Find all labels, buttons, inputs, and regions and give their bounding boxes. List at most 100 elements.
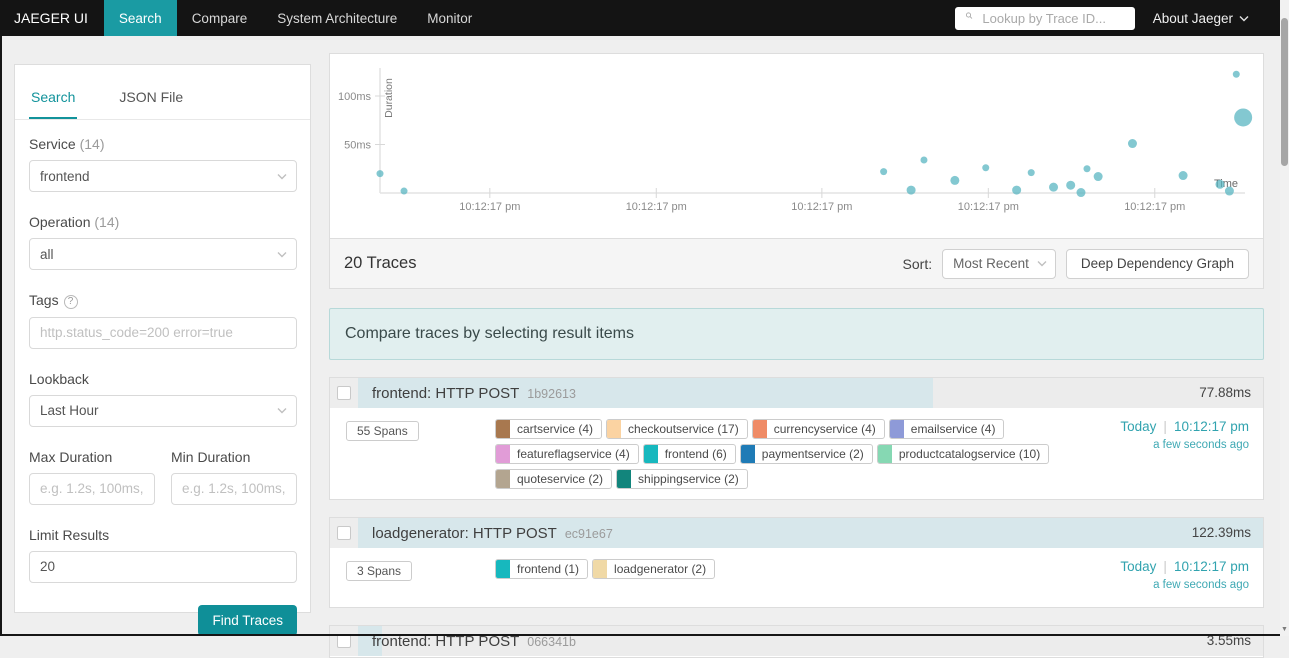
sort-select[interactable]: Most Recent	[942, 248, 1056, 279]
tags-input[interactable]	[29, 316, 297, 349]
trace-point[interactable]	[1178, 171, 1188, 181]
trace-point[interactable]	[1215, 179, 1225, 189]
trace-operation-name: frontend: HTTP POST	[372, 385, 520, 402]
trace-point[interactable]	[920, 156, 928, 164]
trace-select-checkbox[interactable]	[337, 526, 351, 540]
service-tag: currencyservice (4)	[751, 419, 885, 439]
service-color-swatch	[607, 420, 622, 438]
trace-id-lookup-input[interactable]	[980, 9, 1126, 27]
lookback-select[interactable]: Last Hour	[29, 394, 297, 427]
service-tag: frontend (1)	[495, 559, 589, 579]
nav-tab-compare[interactable]: Compare	[177, 0, 263, 36]
trace-point[interactable]	[1027, 169, 1035, 177]
search-panel: Search JSON File Service (14) frontend O…	[14, 64, 311, 636]
service-tag-label: shippingservice (2)	[638, 472, 739, 486]
trace-id: 066341b	[527, 635, 576, 649]
trace-date-time[interactable]: Today | 10:12:17 pm	[1120, 559, 1249, 574]
tags-label: Tags?	[29, 292, 297, 309]
separator: |	[1163, 559, 1167, 574]
trace-link-header[interactable]: loadgenerator: HTTP POST ec91e67 122.39ms	[330, 518, 1263, 548]
max-duration-input[interactable]	[29, 472, 155, 505]
trace-point[interactable]	[1127, 139, 1137, 149]
service-select[interactable]: frontend	[29, 160, 297, 192]
trace-timestamp: Today | 10:12:17 pm a few seconds ago	[1120, 559, 1249, 591]
help-icon[interactable]: ?	[63, 294, 78, 309]
scrollbar-thumb[interactable]	[1281, 18, 1288, 166]
limit-results-label: Limit Results	[29, 526, 110, 543]
trace-title: frontend: HTTP POST 1b92613	[372, 378, 576, 409]
nav-tab-monitor[interactable]: Monitor	[412, 0, 487, 36]
trace-date-time[interactable]: Today | 10:12:17 pm	[1120, 419, 1249, 434]
trace-scatter-plot: 50ms 100ms 10:12:17 pm 10:12:17 pm 10:12:17 …	[338, 68, 1253, 213]
trace-point[interactable]	[950, 175, 960, 185]
nav-tab-search[interactable]: Search	[103, 0, 177, 36]
trace-select-checkbox[interactable]	[337, 386, 351, 400]
service-color-swatch	[496, 445, 510, 463]
trace-duration: 122.39ms	[1191, 525, 1251, 540]
deep-dependency-graph-button[interactable]: Deep Dependency Graph	[1065, 248, 1249, 279]
trace-point[interactable]	[1083, 165, 1091, 173]
service-tag-label: loadgenerator (2)	[614, 562, 707, 576]
service-tag-label: checkoutservice (17)	[628, 422, 739, 436]
trace-point[interactable]	[880, 168, 888, 176]
trace-point[interactable]	[1076, 188, 1086, 198]
trace-point[interactable]	[1093, 172, 1103, 182]
about-jaeger-menu[interactable]: About Jaeger	[1153, 11, 1249, 26]
trace-point[interactable]	[982, 164, 990, 172]
service-color-swatch	[617, 470, 632, 488]
x-tick-label: 10:12:17 pm	[459, 201, 520, 213]
nav-tab-system-architecture[interactable]: System Architecture	[262, 0, 412, 36]
find-traces-button[interactable]: Find Traces	[198, 604, 297, 636]
chevron-down-icon	[277, 251, 287, 258]
trace-card-body: 55 Spans cartservice (4) checkoutservice (…	[330, 408, 1263, 499]
trace-point[interactable]	[376, 170, 384, 178]
trace-id: ec91e67	[564, 527, 613, 541]
trace-time: 10:12:17 pm	[1173, 419, 1249, 434]
service-tag: shippingservice (2)	[616, 469, 748, 489]
duration-scatter-card: 50ms 100ms 10:12:17 pm 10:12:17 pm 10:12:17 …	[329, 53, 1264, 289]
search-icon	[964, 12, 975, 24]
trace-point[interactable]	[1232, 70, 1240, 78]
trace-result-card: frontend: HTTP POST 066341b 3.55ms	[329, 625, 1264, 658]
trace-relative-time: a few seconds ago	[1153, 439, 1249, 451]
limit-results-input[interactable]	[29, 550, 297, 583]
y-tick-label: 50ms	[344, 140, 371, 152]
service-tag-label: featureflagservice (4)	[517, 447, 630, 461]
top-nav: JAEGER UI Search Compare System Architec…	[0, 0, 1289, 36]
service-color-swatch	[496, 560, 510, 578]
trace-point[interactable]	[1224, 186, 1234, 196]
trace-point[interactable]	[906, 185, 916, 195]
service-color-swatch	[593, 560, 608, 578]
operation-select[interactable]: all	[29, 238, 297, 270]
trace-link-header[interactable]: frontend: HTTP POST 1b92613 77.88ms	[330, 378, 1263, 408]
trace-point[interactable]	[1012, 185, 1022, 195]
trace-point[interactable]	[1049, 182, 1059, 192]
operation-label: Operation (14)	[29, 214, 120, 230]
tab-json-file[interactable]: JSON File	[117, 75, 185, 119]
search-panel-tabs: Search JSON File	[15, 75, 310, 120]
trace-link-header[interactable]: frontend: HTTP POST 066341b 3.55ms	[330, 626, 1263, 656]
min-duration-label: Min Duration	[171, 448, 251, 465]
trace-point[interactable]	[400, 187, 408, 195]
sort-label: Sort:	[902, 255, 933, 272]
service-tag-list: frontend (1) loadgenerator (2)	[495, 559, 1070, 579]
trace-point[interactable]	[1234, 108, 1253, 127]
tab-search[interactable]: Search	[29, 75, 78, 119]
scrollbar-down-arrow[interactable]: ▼	[1280, 626, 1289, 633]
trace-result-card: frontend: HTTP POST 1b92613 77.88ms 55 Span…	[329, 377, 1264, 500]
trace-select-checkbox[interactable]	[337, 634, 351, 648]
service-tag: paymentservice (2)	[739, 444, 873, 464]
page-scrollbar[interactable]: ▼	[1280, 0, 1289, 636]
trace-duration: 3.55ms	[1206, 633, 1251, 648]
service-tag-label: quoteservice (2)	[517, 472, 604, 486]
service-tag: emailservice (4)	[888, 419, 1005, 439]
service-tag-label: paymentservice (2)	[761, 447, 864, 461]
x-tick-label: 10:12:17 pm	[1124, 201, 1185, 213]
trace-date: Today	[1120, 419, 1157, 434]
checkbox-cell	[330, 518, 358, 548]
trace-id-lookup	[954, 6, 1135, 30]
min-duration-input[interactable]	[171, 472, 297, 505]
service-color-swatch	[740, 445, 755, 463]
trace-point[interactable]	[1066, 180, 1076, 190]
trace-title: frontend: HTTP POST 066341b	[372, 626, 576, 657]
